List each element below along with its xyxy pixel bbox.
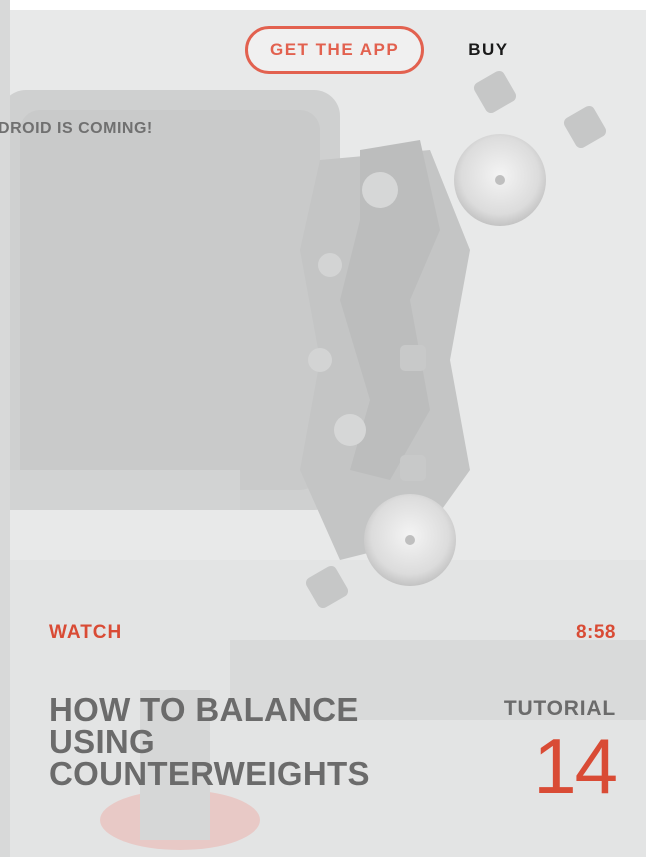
watch-link[interactable]: WATCH	[49, 622, 122, 644]
get-the-app-button[interactable]: GET THE APP	[245, 26, 425, 74]
video-duration: 8:58	[575, 622, 616, 643]
tutorial-number: 14	[533, 722, 618, 810]
top-border	[0, 0, 646, 10]
tutorial-label: TUTORIAL	[503, 697, 616, 720]
page: GET THE APP BUY NDROID IS COMING! WATCH …	[0, 0, 646, 865]
video-title: HOW TO BALANCE USING COUNTERWEIGHTS	[49, 691, 370, 792]
bottom-border	[0, 857, 646, 865]
buy-link[interactable]: BUY	[468, 40, 508, 60]
top-nav: GET THE APP BUY	[245, 26, 509, 74]
announcement-text: NDROID IS COMING!	[0, 120, 153, 137]
